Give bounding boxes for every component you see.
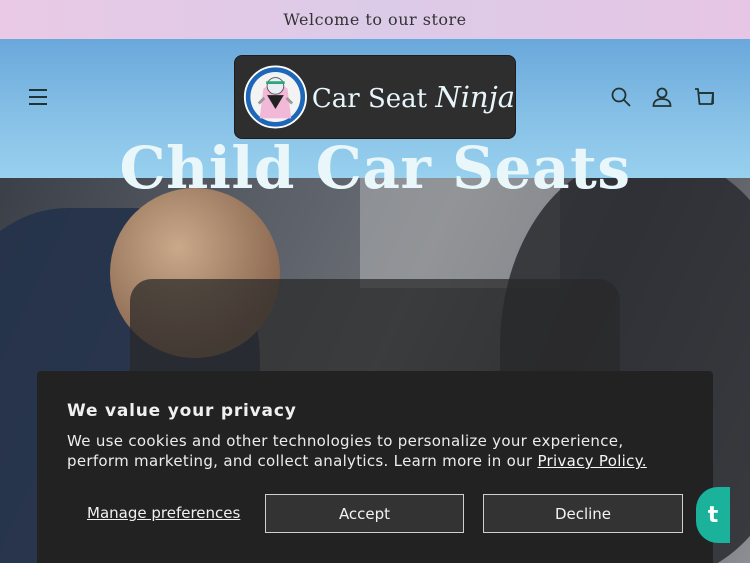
account-icon[interactable] [650, 85, 674, 109]
announcement-bar: Welcome to our store [0, 0, 750, 39]
logo-text: Car Seat Ninja [312, 80, 515, 114]
cookie-banner-title: We value your privacy [67, 401, 297, 421]
manage-preferences-link[interactable]: Manage preferences [87, 504, 240, 522]
announcement-text: Welcome to our store [283, 10, 467, 29]
chat-widget-label: t [707, 502, 719, 528]
ninja-mascot-icon [243, 65, 307, 129]
accept-button[interactable]: Accept [265, 494, 464, 533]
decline-button[interactable]: Decline [483, 494, 683, 533]
cookie-banner-text: We use cookies and other technologies to… [67, 431, 677, 471]
chat-widget-button[interactable]: t [696, 487, 730, 543]
cart-icon[interactable] [692, 85, 716, 109]
logo-text-main: Car Seat [311, 84, 428, 114]
logo-text-accent: Ninja [435, 80, 515, 114]
cookie-consent-banner: We value your privacy We use cookies and… [37, 371, 713, 563]
privacy-policy-link[interactable]: Privacy Policy. [537, 452, 646, 470]
search-icon[interactable] [609, 85, 633, 109]
hero-title: Child Car Seats [119, 134, 631, 202]
menu-icon[interactable] [25, 85, 53, 109]
site-logo[interactable]: Car Seat Ninja [234, 55, 516, 139]
